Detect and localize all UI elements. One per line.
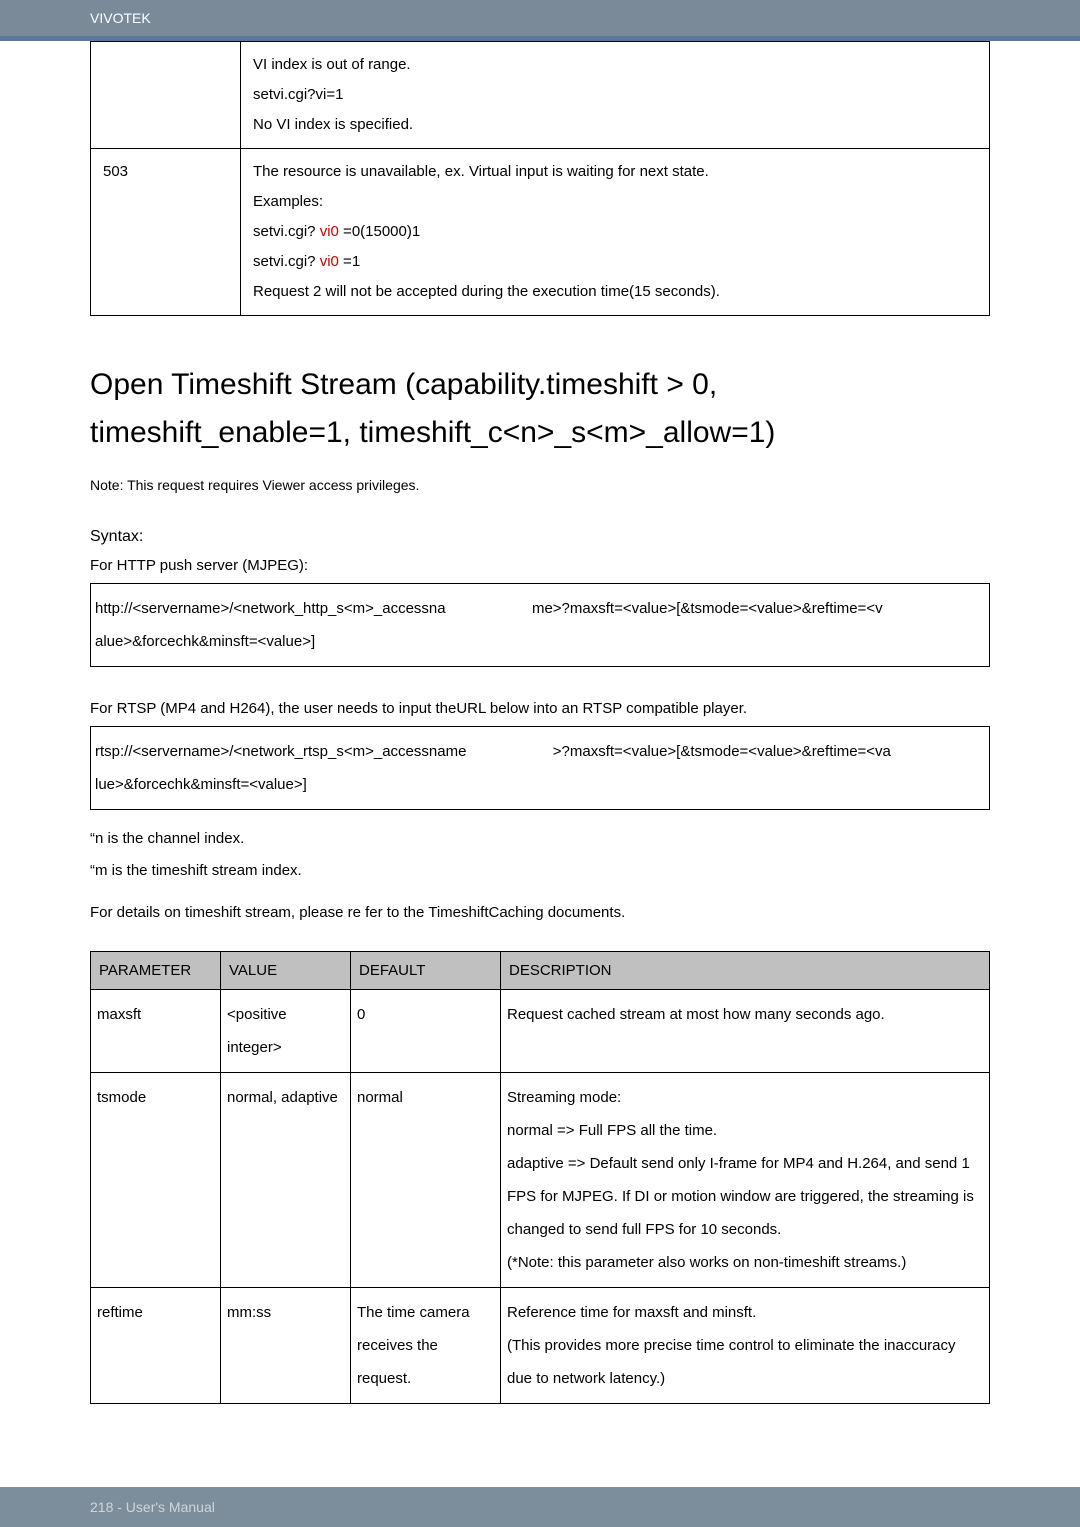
default-cell: 0 (351, 990, 501, 1073)
param-cell: maxsft (91, 990, 221, 1073)
value-cell: <positive integer> (221, 990, 351, 1073)
page-number-label: 218 - User's Manual (90, 1499, 215, 1515)
heading-line-2: timeshift_enable=1, timeshift_c<n>_s<m>_… (90, 409, 990, 457)
param-cell: tsmode (91, 1073, 221, 1288)
page-footer: 218 - User's Manual (0, 1487, 1080, 1527)
header-parameter: PARAMETER (91, 952, 221, 990)
text-line: Examples: (253, 187, 977, 217)
header-default: DEFAULT (351, 952, 501, 990)
header-value: VALUE (221, 952, 351, 990)
text-segment: =1 (339, 253, 360, 270)
status-code-table: VI index is out of range. setvi.cgi?vi=1… (90, 41, 990, 316)
status-desc-cell: The resource is unavailable, ex. Virtual… (241, 149, 990, 316)
heading-line-1: Open Timeshift Stream (capability.timesh… (90, 361, 990, 409)
text-segment: setvi.cgi? (253, 253, 320, 270)
rtsp-label: For RTSP (MP4 and H264), the user needs … (90, 697, 990, 721)
vi0-red: vi0 (320, 223, 339, 240)
table-header-row: PARAMETER VALUE DEFAULT DESCRIPTION (91, 952, 990, 990)
text-segment: =0(15000)1 (339, 223, 420, 240)
vi0-red: vi0 (320, 253, 339, 270)
default-cell: normal (351, 1073, 501, 1288)
text-segment: setvi.cgi? (253, 223, 320, 240)
status-code-cell: 503 (91, 149, 241, 316)
desc-cell: Streaming mode: normal => Full FPS all t… (501, 1073, 990, 1288)
text-line: VI index is out of range. (253, 50, 977, 80)
status-code-cell-empty (91, 42, 241, 149)
text-line: Request 2 will not be accepted during th… (253, 277, 977, 307)
syntax-label: Syntax: (90, 528, 990, 546)
table-row: 503 The resource is unavailable, ex. Vir… (91, 149, 990, 316)
text-line: setvi.cgi?vi=1 (253, 80, 977, 110)
value-cell: normal, adaptive (221, 1073, 351, 1288)
rtsp-syntax-box: rtsp://<servername>/<network_rtsp_s<m>_a… (90, 726, 990, 810)
note-line: Note: This request requires Viewer acces… (90, 477, 990, 493)
header-description: DESCRIPTION (501, 952, 990, 990)
section-heading: Open Timeshift Stream (capability.timesh… (90, 361, 990, 457)
header-bar: VIVOTEK (0, 0, 1080, 36)
parameter-table: PARAMETER VALUE DEFAULT DESCRIPTION maxs… (90, 951, 990, 1404)
text-line: setvi.cgi? vi0 =0(15000)1 (253, 217, 977, 247)
brand-label: VIVOTEK (90, 10, 151, 26)
main-content: VI index is out of range. setvi.cgi?vi=1… (0, 41, 1080, 1434)
default-cell: The time camera receives the request. (351, 1288, 501, 1404)
table-row: maxsft <positive integer> 0 Request cach… (91, 990, 990, 1073)
param-cell: reftime (91, 1288, 221, 1404)
note-n: “n is the channel index. (90, 825, 990, 852)
page-container: VIVOTEK VI index is out of range. setvi.… (0, 0, 1080, 1527)
http-syntax-box: http://<servername>/<network_http_s<m>_a… (90, 583, 990, 667)
text-line: setvi.cgi? vi0 =1 (253, 247, 977, 277)
note-m: “m is the timeshift stream index. (90, 857, 990, 884)
desc-cell: Request cached stream at most how many s… (501, 990, 990, 1073)
value-cell: mm:ss (221, 1288, 351, 1404)
table-row: VI index is out of range. setvi.cgi?vi=1… (91, 42, 990, 149)
desc-cell: Reference time for maxsft and minsft. (T… (501, 1288, 990, 1404)
table-row: tsmode normal, adaptive normal Streaming… (91, 1073, 990, 1288)
note-details: For details on timeshift stream, please … (90, 899, 990, 926)
text-line: No VI index is specified. (253, 110, 977, 140)
table-row: reftime mm:ss The time camera receives t… (91, 1288, 990, 1404)
status-desc-cell: VI index is out of range. setvi.cgi?vi=1… (241, 42, 990, 149)
http-label: For HTTP push server (MJPEG): (90, 554, 990, 578)
text-line: The resource is unavailable, ex. Virtual… (253, 157, 977, 187)
